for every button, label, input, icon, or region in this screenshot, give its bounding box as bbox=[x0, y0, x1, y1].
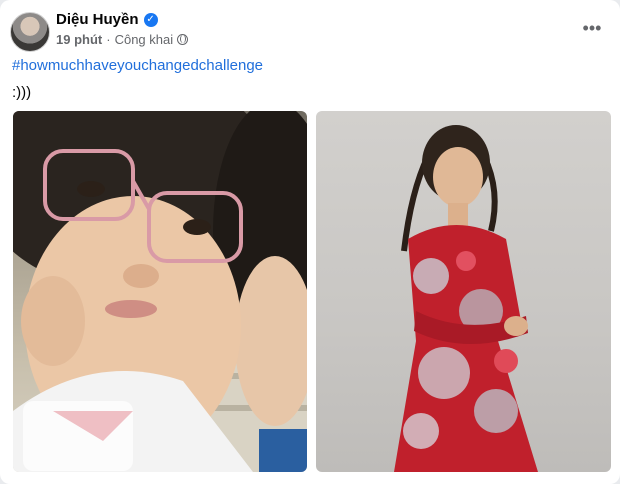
verified-badge-icon: ✓ bbox=[143, 12, 158, 27]
avatar[interactable] bbox=[10, 12, 50, 52]
post-header: Diệu Huyền ✓ 19 phút · Công khai ••• bbox=[10, 8, 610, 52]
meta-separator: · bbox=[106, 32, 111, 47]
more-options-icon: ••• bbox=[582, 18, 602, 38]
photo-current[interactable] bbox=[316, 111, 611, 472]
visibility-label: Công khai bbox=[114, 32, 174, 47]
more-options-button[interactable]: ••• bbox=[580, 18, 604, 42]
post-text: :))) bbox=[12, 84, 32, 101]
photo-current-illustration bbox=[394, 125, 538, 472]
author-name[interactable]: Diệu Huyền bbox=[56, 11, 139, 28]
author-row: Diệu Huyền ✓ bbox=[56, 11, 158, 28]
post-time[interactable]: 19 phút bbox=[56, 32, 102, 47]
photo-childhood-illustration bbox=[13, 111, 307, 472]
hashtag-link[interactable]: #howmuchhaveyouchangedchallenge bbox=[12, 57, 263, 74]
post-meta: 19 phút · Công khai bbox=[56, 32, 189, 47]
globe-icon bbox=[177, 34, 189, 45]
photo-childhood[interactable] bbox=[13, 111, 307, 472]
post-card: Diệu Huyền ✓ 19 phút · Công khai ••• #ho… bbox=[0, 0, 620, 484]
